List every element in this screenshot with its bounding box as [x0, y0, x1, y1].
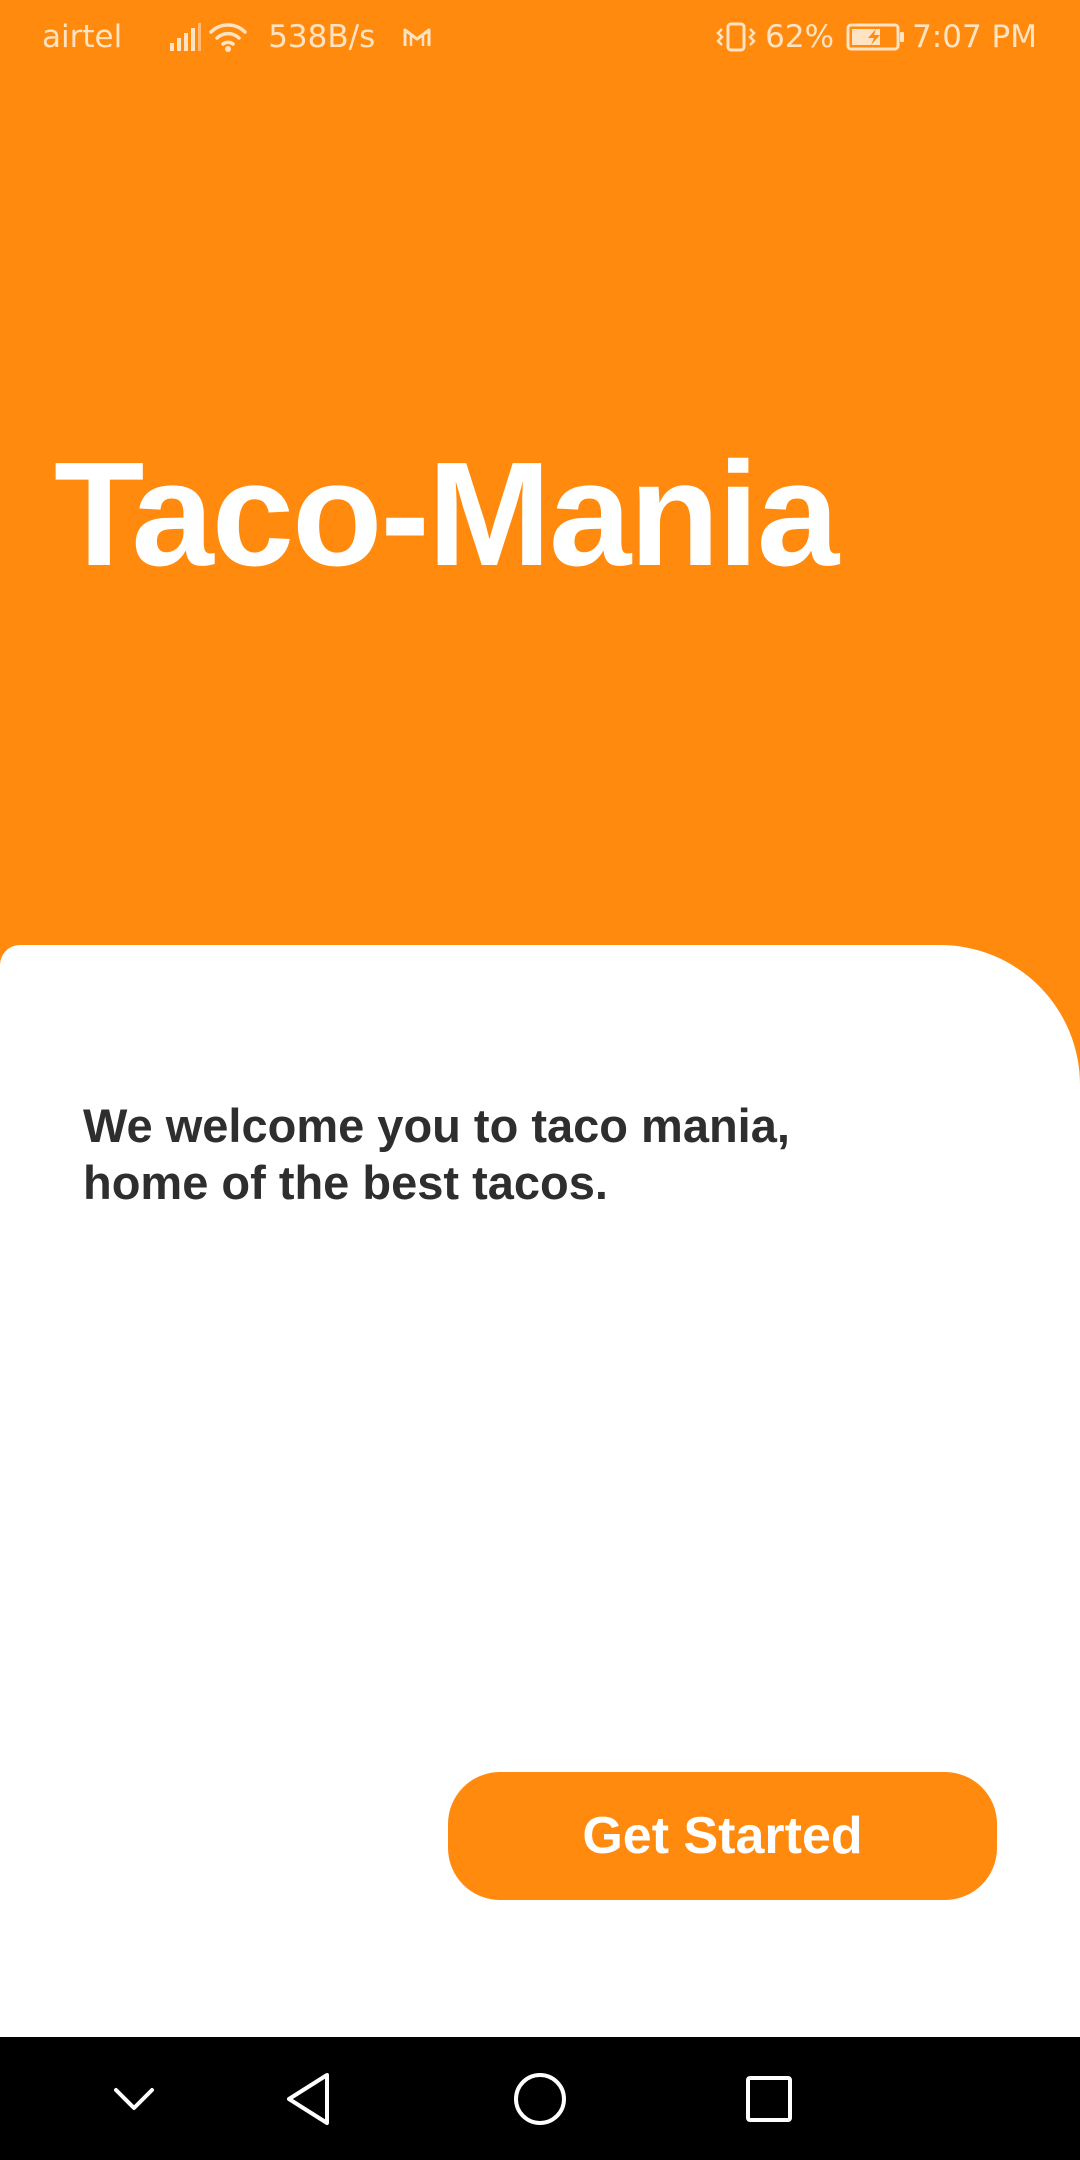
status-bar: airtel 538B/s 62% 7:07 PM — [0, 0, 1080, 74]
get-started-button[interactable]: Get Started — [448, 1772, 997, 1900]
signal-icon — [168, 22, 202, 52]
wifi-icon — [208, 21, 248, 53]
welcome-line-2: home of the best tacos. — [83, 1156, 608, 1209]
home-icon — [514, 2072, 566, 2125]
navigation-bar — [0, 2037, 1080, 2160]
collapse-nav-button[interactable] — [74, 2037, 194, 2160]
battery-charging-icon — [846, 22, 906, 52]
vibrate-icon — [713, 21, 759, 53]
back-icon — [287, 2072, 329, 2125]
welcome-message: We welcome you to taco mania, home of th… — [83, 1097, 883, 1211]
network-speed: 538B/s — [268, 19, 376, 55]
app-title: Taco-Mania — [54, 432, 839, 597]
welcome-card: We welcome you to taco mania, home of th… — [0, 945, 1080, 2037]
gmail-icon — [401, 24, 433, 50]
recents-icon — [746, 2075, 792, 2122]
home-button[interactable] — [480, 2037, 600, 2160]
clock: 7:07 PM — [912, 19, 1037, 55]
back-button[interactable] — [248, 2037, 368, 2160]
chevron-down-icon — [114, 2087, 154, 2110]
carrier-label: airtel — [42, 19, 123, 55]
recents-button[interactable] — [709, 2037, 829, 2160]
welcome-line-1: We welcome you to taco mania, — [83, 1099, 790, 1152]
battery-percent: 62% — [765, 19, 835, 55]
